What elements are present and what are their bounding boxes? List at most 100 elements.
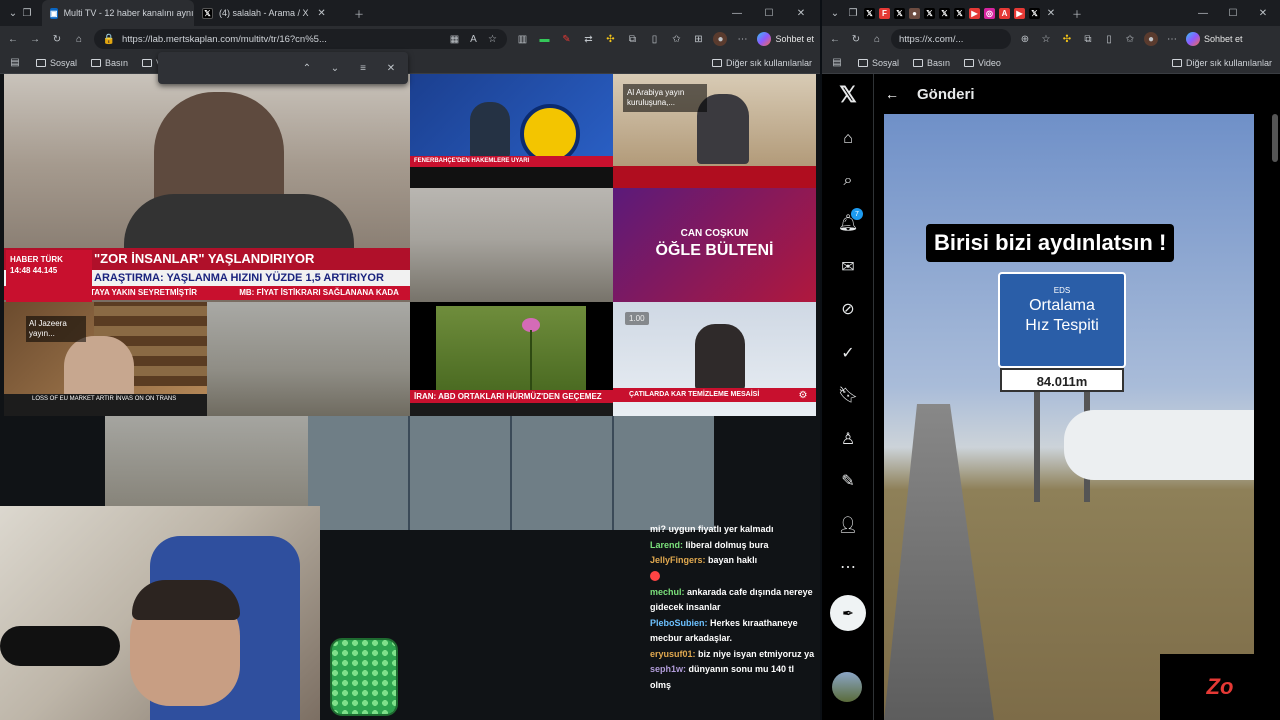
find-options-icon[interactable]: ≡ <box>356 61 370 75</box>
extensions-puzzle-icon[interactable]: ⧉ <box>1081 32 1095 46</box>
video-tile-al-arabiya[interactable]: Al Arabiya yayın kuruluşuna,... <box>613 74 816 188</box>
minimize-icon[interactable]: — <box>730 6 744 20</box>
find-previous-icon[interactable]: ⌃ <box>300 61 314 75</box>
profile-icon[interactable]: 👤︎ <box>837 514 859 536</box>
verified-icon[interactable]: ✓ <box>837 342 859 364</box>
camera-grid[interactable] <box>308 416 714 530</box>
x-favicon[interactable]: 𝕏 <box>1029 7 1040 19</box>
bookmark-folder-other[interactable]: Diğer sık kullanılanlar <box>711 58 812 68</box>
a-favicon[interactable]: A <box>999 7 1010 19</box>
favorite-star-icon[interactable]: ☆ <box>1039 32 1053 46</box>
back-arrow-icon[interactable]: ← <box>885 86 899 102</box>
youtube-favicon[interactable]: ▶ <box>969 7 980 19</box>
extension-yellow-icon[interactable]: ✣ <box>603 32 617 46</box>
maximize-icon[interactable]: ☐ <box>1226 6 1240 20</box>
bookmark-folder-video[interactable]: Video <box>964 58 1001 68</box>
video-tile-al-jazeera[interactable]: Al Jazeera yayın... LOSS OF EU MARKET AR… <box>4 302 207 416</box>
favorite-star-icon[interactable]: ☆ <box>485 32 499 46</box>
zoom-icon[interactable]: ⊕ <box>1018 32 1032 46</box>
tab-menu-chevron-icon[interactable]: ⌄ <box>828 6 842 20</box>
post-video[interactable]: Birisi bizi aydınlatsın ! EDS Ortalama H… <box>884 114 1254 720</box>
scrollbar[interactable] <box>1272 114 1278 162</box>
tab-menu-chevron-icon[interactable]: ⌄ <box>6 6 20 20</box>
x-favicon[interactable]: 𝕏 <box>939 7 950 19</box>
bookmark-folder-sosyal[interactable]: Sosyal <box>36 58 77 68</box>
extension-icon[interactable]: ⇄ <box>581 32 595 46</box>
extension-red-icon[interactable]: ✎ <box>559 32 573 46</box>
chat-username[interactable]: Larend: <box>650 540 683 550</box>
home-icon[interactable]: ⌂ <box>837 128 859 150</box>
tab-close-icon[interactable]: ✕ <box>315 6 329 20</box>
x-favicon[interactable]: 𝕏 <box>864 7 875 19</box>
favorites-icon[interactable]: ✩ <box>669 32 683 46</box>
app-icon[interactable]: ▦ <box>447 32 461 46</box>
video-tile-iran[interactable]: İRAN: ABD ORTAKLARI HÜRMÜZ'DEN GEÇEMEZ <box>410 302 613 416</box>
profile-avatar[interactable]: ● <box>713 32 728 46</box>
home-icon[interactable]: ⌂ <box>72 32 86 46</box>
bookmark-folder-basin[interactable]: Basın <box>913 58 950 68</box>
search-icon[interactable]: ⌕ <box>837 170 859 192</box>
bookmark-folder-sosyal[interactable]: Sosyal <box>858 58 899 68</box>
reading-list-icon[interactable]: ▤ <box>8 56 22 70</box>
x-favicon[interactable]: 𝕏 <box>924 7 935 19</box>
jobs-icon[interactable]: ♙ <box>837 428 859 450</box>
minimize-icon[interactable]: — <box>1196 6 1210 20</box>
profile-avatar[interactable]: ● <box>1144 32 1158 46</box>
workspaces-icon[interactable]: ❐ <box>20 6 34 20</box>
close-window-icon[interactable]: ✕ <box>1256 6 1270 20</box>
bookmarks-icon[interactable]: 🔖︎ <box>837 384 859 406</box>
chat-username[interactable]: PleboSubien: <box>650 618 708 628</box>
x-logo-icon[interactable]: 𝕏 <box>837 82 859 107</box>
bookmark-folder-basin[interactable]: Basın <box>91 58 128 68</box>
settings-gear-icon[interactable]: ⚙ <box>796 388 810 402</box>
new-tab-icon[interactable]: ＋ <box>1070 6 1084 21</box>
video-tile-haberturk[interactable]: "ZOR İNSANLAR" YAŞLANDIRIYOR ARAŞTIRMA: … <box>4 74 410 302</box>
x-favicon[interactable]: 𝕏 <box>954 7 965 19</box>
account-avatar[interactable] <box>832 672 862 702</box>
video-tile-skyline[interactable] <box>410 188 613 302</box>
reading-list-icon[interactable]: ▤ <box>830 56 844 70</box>
compose-post-button[interactable]: ✒ <box>830 595 866 631</box>
new-tab-icon[interactable]: ＋ <box>352 6 366 21</box>
x-favicon[interactable]: 𝕏 <box>894 7 905 19</box>
youtube-favicon[interactable]: ▶ <box>1014 7 1025 19</box>
notifications-bell-icon[interactable]: 🔔︎ 7 <box>837 208 863 234</box>
tab-favicon[interactable]: ● <box>909 7 920 19</box>
tab-multitv[interactable]: ▣ Multi TV - 12 haber kanalını aynı a ✕ <box>42 0 194 26</box>
translate-icon[interactable]: A <box>466 32 480 46</box>
find-next-icon[interactable]: ⌄ <box>328 61 342 75</box>
forward-icon[interactable]: → <box>28 32 42 46</box>
split-screen-icon[interactable]: ▯ <box>1102 32 1116 46</box>
reload-icon[interactable]: ↻ <box>849 32 863 46</box>
url-field[interactable]: 🔒 https://lab.mertskaplan.com/multitv/tr… <box>94 29 508 49</box>
tab-close-icon[interactable]: ✕ <box>1044 6 1058 20</box>
grok-icon[interactable]: ⊘ <box>837 298 859 320</box>
video-tile-sports[interactable]: FENERBAHÇE'DEN HAKEMLERE UYARI <box>410 74 613 188</box>
instagram-favicon[interactable]: ◎ <box>984 7 995 19</box>
find-close-icon[interactable]: ✕ <box>384 61 398 75</box>
copilot-chat-button[interactable]: Sohbet et <box>1186 32 1243 46</box>
workspaces-icon[interactable]: ❐ <box>846 6 860 20</box>
bookmark-folder-other[interactable]: Diğer sık kullanılanlar <box>1171 58 1272 68</box>
video-tile-trt[interactable]: 1.00 ÇATILARDA KAR TEMİZLEME MESAİSİ ⚙ <box>613 302 816 416</box>
more-menu-icon[interactable]: ⋯ <box>1165 32 1179 46</box>
back-icon[interactable]: ← <box>6 32 20 46</box>
copilot-chat-button[interactable]: Sohbet et <box>757 32 814 46</box>
home-icon[interactable]: ⌂ <box>870 32 884 46</box>
maximize-icon[interactable]: ☐ <box>762 6 776 20</box>
extension-yellow-icon[interactable]: ✣ <box>1060 32 1074 46</box>
close-window-icon[interactable]: ✕ <box>794 6 808 20</box>
video-tile-ogle-bulteni[interactable]: CAN COŞKUN ÖĞLE BÜLTENİ <box>613 188 816 302</box>
more-menu-icon[interactable]: ⋯ <box>735 32 749 46</box>
more-circle-icon[interactable]: ⋯ <box>837 556 859 578</box>
extensions-puzzle-icon[interactable]: ⧉ <box>625 32 639 46</box>
messages-envelope-icon[interactable]: ✉ <box>837 256 859 278</box>
chat-username[interactable]: mechul: <box>650 587 685 597</box>
favorites-icon[interactable]: ✩ <box>1123 32 1137 46</box>
tab-x-search[interactable]: 𝕏 (4) salalah - Arama / X ✕ <box>194 0 346 26</box>
collections-icon[interactable]: ⊞ <box>691 32 705 46</box>
extension-icon[interactable]: ▥ <box>515 32 529 46</box>
video-tile-city[interactable] <box>207 302 410 416</box>
f-favicon[interactable]: F <box>879 7 890 19</box>
back-icon[interactable]: ← <box>828 32 842 46</box>
